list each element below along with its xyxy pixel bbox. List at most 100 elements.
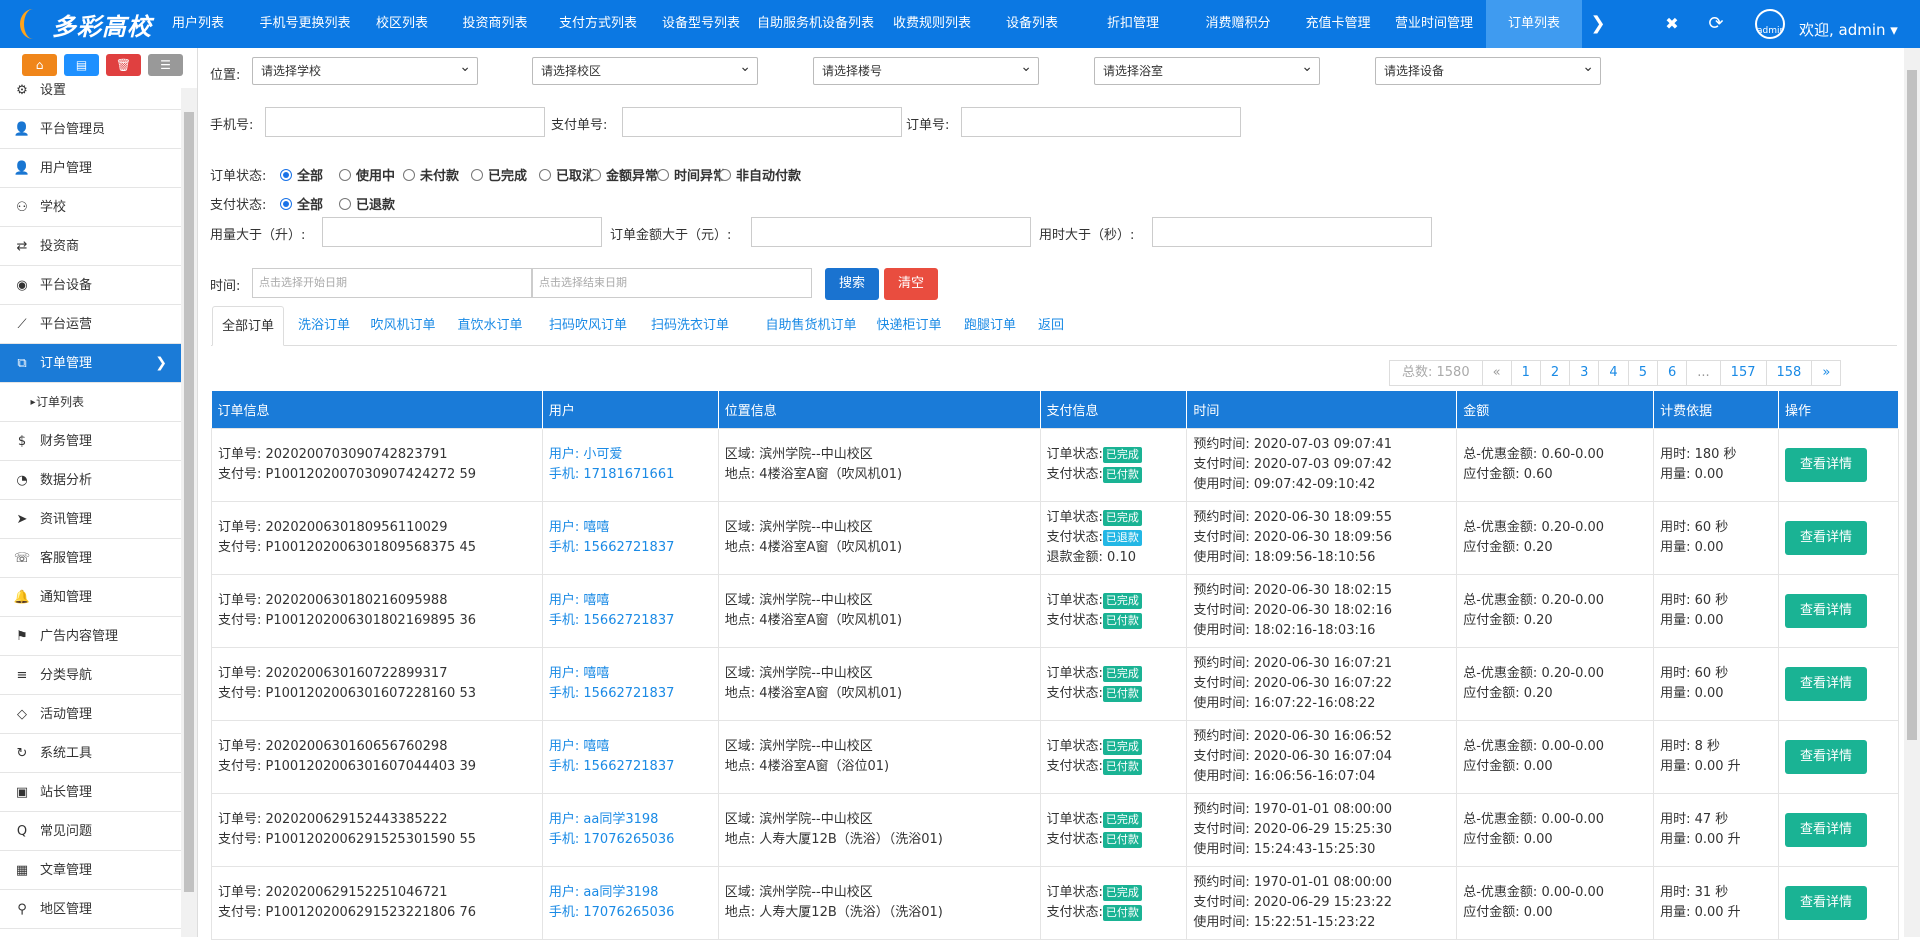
pay-status-radio-0[interactable]: 全部 [280, 194, 323, 213]
topnav-item-5[interactable]: 设备型号列表 [662, 0, 740, 48]
tab-3[interactable]: 直饮水订单 [445, 306, 535, 346]
sidebar-item-13[interactable]: 🔔 通知管理 [0, 578, 181, 617]
pager-page[interactable]: 1 [1510, 360, 1541, 386]
end-date-input[interactable]: 点击选择结束日期 [532, 268, 812, 298]
pager-page[interactable]: 158 [1765, 360, 1813, 386]
order-status-radio-5[interactable]: 金额异常 [589, 165, 658, 184]
tab-8[interactable]: 跑腿订单 [956, 306, 1024, 346]
topnav-item-13[interactable]: 订单列表 [1486, 0, 1582, 48]
start-date-input[interactable]: 点击选择开始日期 [252, 268, 532, 298]
pager-page[interactable]: ... [1686, 360, 1721, 386]
bathroom-select[interactable]: 请选择浴室 [1094, 54, 1320, 85]
sidebar-item-21[interactable]: ⚲ 地区管理 [0, 890, 181, 929]
sidebar-item-16[interactable]: ◇ 活动管理 [0, 695, 181, 734]
sidebar-item-12[interactable]: ☏ 客服管理 [0, 539, 181, 578]
sidebar-item-7[interactable]: ⧉ 订单管理 ❯ [0, 344, 181, 383]
school-select[interactable]: 请选择学校 [252, 54, 478, 85]
amount-input[interactable] [751, 217, 1031, 247]
view-detail-button[interactable]: 查看详情 [1784, 666, 1867, 701]
order-status-radio-0[interactable]: 全部 [280, 165, 323, 184]
sidebar-item-6[interactable]: ⟋ 平台运营 [0, 305, 181, 344]
sidebar-item-9[interactable]: $ 财务管理 [0, 422, 181, 461]
user-name[interactable]: 用户: 嘻嘻 [549, 518, 718, 538]
topnav-item-6[interactable]: 自助服务机设备列表 [757, 0, 874, 48]
tab-4[interactable]: 扫码吹风订单 [534, 306, 642, 346]
topnav-item-9[interactable]: 折扣管理 [1104, 0, 1162, 48]
view-detail-button[interactable]: 查看详情 [1784, 885, 1867, 920]
user-phone[interactable]: 手机: 15662721837 [549, 611, 718, 631]
topnav-item-4[interactable]: 支付方式列表 [556, 0, 640, 48]
user-phone[interactable]: 手机: 15662721837 [549, 757, 718, 777]
sidebar-item-10[interactable]: ◔ 数据分析 [0, 461, 181, 500]
building-select[interactable]: 请选择楼号 [813, 54, 1039, 85]
user-menu[interactable]: 欢迎, admin ▾ [1799, 0, 1898, 48]
order-no-input[interactable] [961, 107, 1241, 137]
order-status-radio-3[interactable]: 已完成 [471, 165, 527, 184]
page-scrollbar[interactable] [1904, 48, 1920, 937]
pager-page[interactable]: 6 [1656, 360, 1688, 386]
tab-6[interactable]: 自助售货机订单 [749, 306, 873, 346]
topnav-item-12[interactable]: 营业时间管理 [1392, 0, 1476, 48]
user-phone[interactable]: 手机: 17181671661 [549, 465, 718, 485]
tab-9[interactable]: 返回 [1029, 306, 1073, 346]
order-status-radio-6[interactable]: 时间异常 [657, 165, 726, 184]
order-status-radio-1[interactable]: 使用中 [339, 165, 395, 184]
pay-no-input[interactable] [622, 107, 902, 137]
search-button[interactable]: 搜索 [825, 268, 879, 300]
user-phone[interactable]: 手机: 15662721837 [549, 538, 718, 558]
pager-next[interactable]: » [1811, 360, 1842, 386]
tab-5[interactable]: 扫码洗衣订单 [638, 306, 742, 346]
sidebar-item-8[interactable]: ▸ 订单列表 [0, 383, 181, 422]
view-detail-button[interactable]: 查看详情 [1784, 739, 1867, 774]
user-phone[interactable]: 手机: 17076265036 [549, 903, 718, 923]
trash-icon[interactable]: 🗑 [106, 54, 141, 76]
tab-0[interactable]: 全部订单 [212, 306, 284, 346]
view-detail-button[interactable]: 查看详情 [1784, 520, 1867, 555]
view-detail-button[interactable]: 查看详情 [1784, 812, 1867, 847]
sidebar-item-19[interactable]: Q 常见问题 [0, 812, 181, 851]
sidebar-item-18[interactable]: ▣ 站长管理 [0, 773, 181, 812]
sidebar-item-1[interactable]: 👤 平台管理员 [0, 110, 181, 149]
sidebar-item-15[interactable]: ≡ 分类导航 [0, 656, 181, 695]
topnav-item-3[interactable]: 投资商列表 [462, 0, 528, 48]
order-status-radio-4[interactable]: 已取消 [539, 165, 595, 184]
user-name[interactable]: 用户: 小可爱 [549, 445, 718, 465]
user-name[interactable]: 用户: aa同学3198 [549, 883, 718, 903]
tab-7[interactable]: 快递柜订单 [871, 306, 947, 346]
sidebar-item-20[interactable]: ▦ 文章管理 [0, 851, 181, 890]
user-name[interactable]: 用户: 嘻嘻 [549, 664, 718, 684]
pager-page[interactable]: 3 [1569, 360, 1600, 386]
refresh-icon[interactable]: ⟳ [1704, 0, 1728, 48]
topnav-item-0[interactable]: 用户列表 [163, 0, 233, 48]
usage-input[interactable] [322, 217, 602, 247]
device-select[interactable]: 请选择设备 [1375, 54, 1601, 85]
pager-page[interactable]: 2 [1539, 360, 1571, 386]
pager-prev[interactable]: « [1481, 360, 1512, 386]
sidebar-item-5[interactable]: ◉ 平台设备 [0, 266, 181, 305]
sidebar-item-17[interactable]: ↻ 系统工具 [0, 734, 181, 773]
sidebar-item-11[interactable]: ➤ 资讯管理 [0, 500, 181, 539]
user-name[interactable]: 用户: aa同学3198 [549, 810, 718, 830]
sidebar-item-4[interactable]: ⇄ 投资商 [0, 227, 181, 266]
user-name[interactable]: 用户: 嘻嘻 [549, 737, 718, 757]
clear-button[interactable]: 清空 [884, 268, 938, 300]
sidebar-item-2[interactable]: 👤 用户管理 [0, 149, 181, 188]
view-detail-button[interactable]: 查看详情 [1784, 447, 1867, 482]
home-icon[interactable]: ⌂ [22, 54, 57, 76]
order-status-radio-7[interactable]: 非自动付款 [719, 165, 801, 184]
topnav-item-2[interactable]: 校区列表 [370, 0, 434, 48]
sidebar-item-3[interactable]: ⚇ 学校 [0, 188, 181, 227]
user-name[interactable]: 用户: 嘻嘻 [549, 591, 718, 611]
tab-2[interactable]: 吹风机订单 [358, 306, 448, 346]
file-icon[interactable]: ▤ [64, 54, 99, 76]
pager-page[interactable]: 157 [1719, 360, 1767, 386]
user-phone[interactable]: 手机: 17076265036 [549, 830, 718, 850]
avatar[interactable]: admin [1755, 9, 1785, 39]
chevron-right-icon[interactable]: ❯ [1586, 0, 1610, 48]
tab-1[interactable]: 洗浴订单 [286, 306, 362, 346]
list-icon[interactable]: ☰ [148, 54, 183, 76]
sidebar-item-0[interactable]: ⚙ 设置 [0, 80, 181, 110]
pager-page[interactable]: 4 [1598, 360, 1629, 386]
sidebar-item-14[interactable]: ⚑ 广告内容管理 [0, 617, 181, 656]
user-phone[interactable]: 手机: 15662721837 [549, 684, 718, 704]
